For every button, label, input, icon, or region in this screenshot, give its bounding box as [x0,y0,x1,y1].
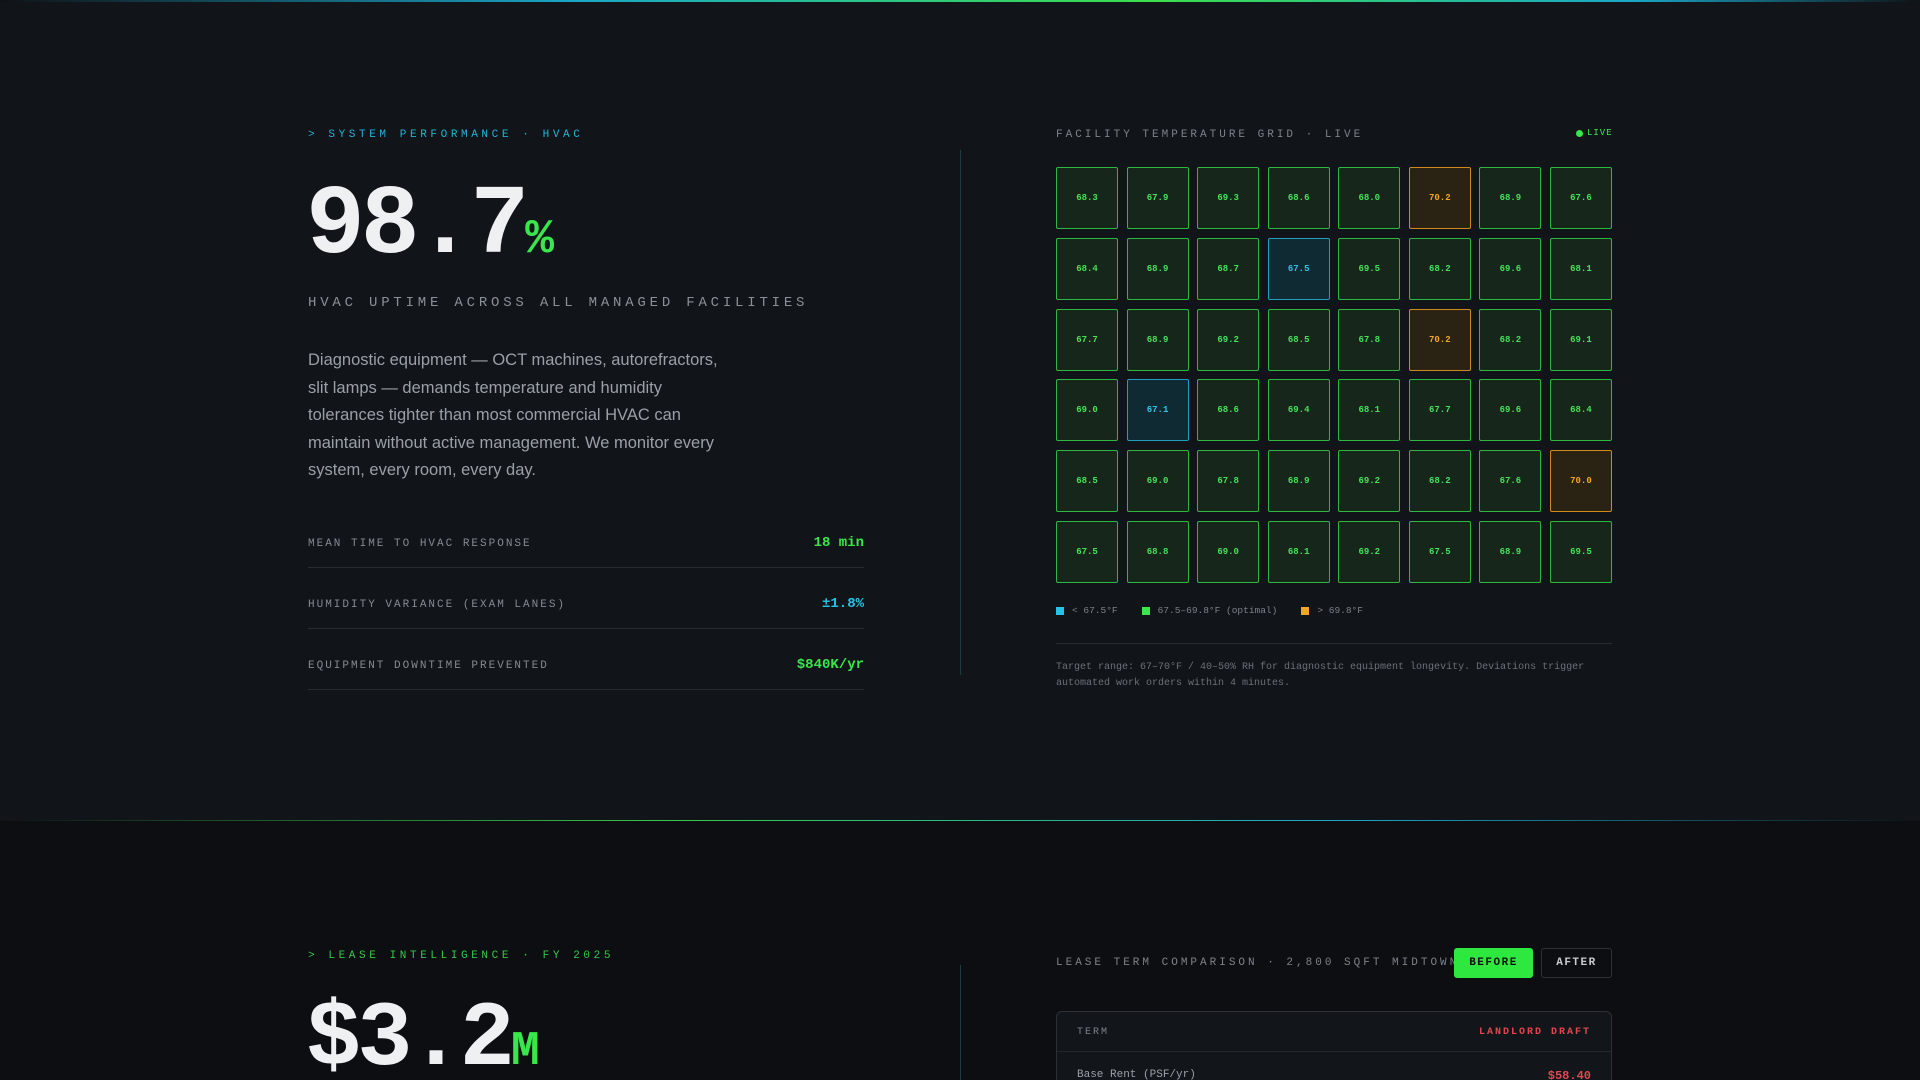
temperature-cell[interactable]: 67.8 [1197,450,1260,513]
temperature-cell[interactable]: 67.1 [1126,379,1189,442]
temperature-cell[interactable]: 69.6 [1479,237,1542,300]
column-header-landlord-draft: LANDLORD DRAFT [1478,1027,1591,1038]
legend-item: < 67.5°F [1056,605,1118,616]
temperature-cell[interactable]: 68.9 [1126,237,1189,300]
legend-swatch-optimal [1141,606,1150,615]
temperature-cell[interactable]: 69.0 [1056,379,1118,442]
grid-note: Target range: 67–70°F / 40–50% RH for di… [1056,662,1585,689]
temperature-cell[interactable]: 67.7 [1056,308,1118,371]
section-divider-vertical [960,965,961,1080]
after-toggle-button[interactable]: AFTER [1541,948,1612,978]
metric-row: MEAN TIME TO HVAC RESPONSE 18 min [308,507,864,568]
temperature-cell[interactable]: 68.1 [1267,520,1330,583]
metric-label: HUMIDITY VARIANCE (EXAM LANES) [308,599,567,611]
temperature-cell[interactable]: 68.4 [1056,237,1118,300]
lease-comparison-table: TERM LANDLORD DRAFT Base Rent (PSF/yr) $… [1056,1011,1612,1080]
before-toggle-button[interactable]: BEFORE [1454,948,1533,978]
column-header-term: TERM [1077,1027,1110,1038]
temperature-cell[interactable]: 67.5 [1408,520,1471,583]
temperature-cell[interactable]: 68.7 [1197,237,1260,300]
temperature-grid-title: FACILITY TEMPERATURE GRID · LIVE [1056,129,1364,141]
live-label: LIVE [1587,128,1613,138]
temperature-cell[interactable]: 68.1 [1338,379,1401,442]
temperature-cell[interactable]: 68.2 [1479,308,1542,371]
hvac-uptime-value: 98.7% [306,178,554,276]
temperature-cell[interactable]: 68.4 [1549,379,1612,442]
lease-comparison-title: LEASE TERM COMPARISON · 2,800 SQFT MIDTO… [1056,957,1460,969]
hvac-eyebrow: > SYSTEM PERFORMANCE · HVAC [308,129,584,141]
temperature-cell[interactable]: 69.2 [1338,450,1401,513]
temperature-cell[interactable]: 69.4 [1267,379,1330,442]
temperature-cell[interactable]: 68.9 [1126,308,1189,371]
temperature-cell[interactable]: 68.5 [1056,450,1118,513]
hvac-subtitle: HVAC UPTIME ACROSS ALL MANAGED FACILITIE… [308,295,809,311]
lease-eyebrow: > LEASE INTELLIGENCE · FY 2025 [308,950,615,962]
table-header: TERM LANDLORD DRAFT [1057,1012,1611,1052]
legend-item: > 69.8°F [1301,605,1363,616]
legend-label: 67.5–69.8°F (optimal) [1157,605,1278,616]
temperature-cell[interactable]: 68.9 [1267,450,1330,513]
legend-swatch-warm [1301,606,1310,615]
temperature-cell[interactable]: 68.6 [1267,167,1330,229]
legend-label: > 69.8°F [1317,605,1363,616]
savings-number: $3.2 [306,987,515,1080]
temperature-legend: < 67.5°F 67.5–69.8°F (optimal) > 69.8°F [1056,605,1363,616]
temperature-cell[interactable]: 68.2 [1408,237,1471,300]
temperature-cell[interactable]: 67.6 [1549,167,1612,229]
temperature-grid: 68.3 67.9 69.3 68.6 68.0 70.2 68.9 67.6 68.4 68.9… [1056,167,1612,583]
metric-row: EQUIPMENT DOWNTIME PREVENTED $840K/yr [308,629,864,690]
temperature-cell[interactable]: 67.8 [1338,308,1401,371]
temperature-cell[interactable]: 67.7 [1408,379,1471,442]
metric-value: $840K/yr [796,657,864,673]
temperature-cell[interactable]: 69.5 [1549,520,1612,583]
uptime-unit: % [525,213,555,267]
temperature-cell[interactable]: 68.3 [1056,167,1118,229]
temperature-cell[interactable]: 68.6 [1197,379,1260,442]
temperature-cell[interactable]: 68.2 [1408,450,1471,513]
temperature-cell[interactable]: 68.1 [1549,237,1612,300]
metric-row: HUMIDITY VARIANCE (EXAM LANES) ±1.8% [308,568,864,629]
temperature-cell[interactable]: 69.6 [1479,379,1542,442]
temperature-cell[interactable]: 68.5 [1267,308,1330,371]
temperature-cell[interactable]: 70.2 [1408,308,1471,371]
value-cell: $58.40 [1547,1069,1591,1080]
metric-label: EQUIPMENT DOWNTIME PREVENTED [308,660,549,672]
temperature-cell[interactable]: 69.5 [1338,237,1401,300]
temperature-cell[interactable]: 69.0 [1197,520,1260,583]
section-divider-vertical [960,150,961,675]
metric-label: MEAN TIME TO HVAC RESPONSE [308,538,532,550]
temperature-cell[interactable]: 69.2 [1338,520,1401,583]
temperature-cell[interactable]: 69.2 [1197,308,1260,371]
temperature-cell[interactable]: 69.3 [1197,167,1260,229]
savings-unit: M [510,1025,540,1079]
legend-swatch-cool [1056,606,1064,615]
temperature-cell[interactable]: 68.0 [1338,167,1401,229]
hvac-description: Diagnostic equipment — OCT machines, aut… [308,351,718,479]
grid-divider [1056,643,1612,644]
temperature-cell[interactable]: 67.5 [1267,237,1330,300]
temperature-cell[interactable]: 68.9 [1479,167,1542,229]
term-cell: Base Rent (PSF/yr) [1077,1069,1196,1080]
lease-savings-value: $3.2M [306,994,540,1080]
live-indicator: LIVE [1576,128,1613,138]
temperature-cell[interactable]: 69.1 [1549,308,1612,371]
uptime-number: 98.7 [306,171,529,282]
legend-item: 67.5–69.8°F (optimal) [1141,605,1278,616]
live-dot-icon [1576,129,1583,137]
temperature-cell[interactable]: 67.5 [1056,520,1118,583]
temperature-cell[interactable]: 67.9 [1126,167,1189,229]
metric-value: 18 min [813,535,864,551]
temperature-cell[interactable]: 70.0 [1549,450,1612,513]
temperature-cell[interactable]: 68.8 [1126,520,1189,583]
temperature-cell[interactable]: 68.9 [1479,520,1542,583]
legend-label: < 67.5°F [1072,605,1118,616]
metric-value: ±1.8% [821,596,864,612]
temperature-cell[interactable]: 69.0 [1126,450,1189,513]
temperature-cell[interactable]: 67.6 [1479,450,1542,513]
temperature-cell[interactable]: 70.2 [1408,167,1471,229]
